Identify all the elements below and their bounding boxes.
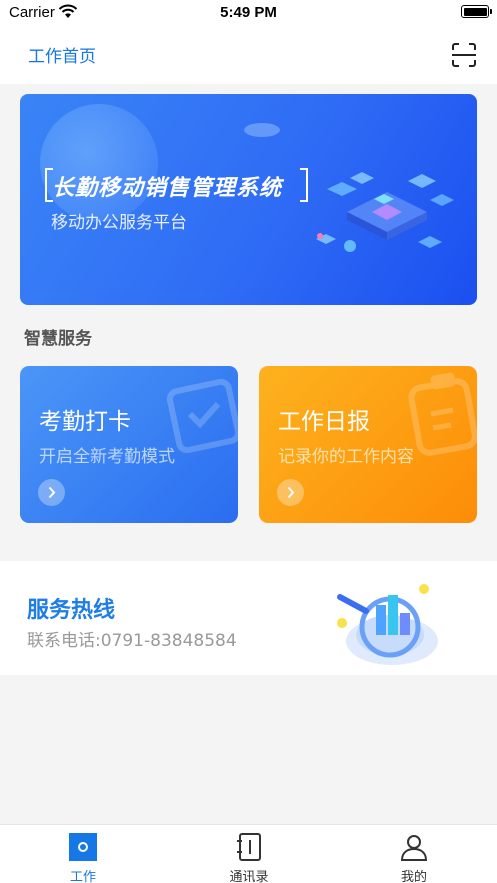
banner-decoration-oval (244, 123, 280, 137)
scan-icon[interactable] (451, 42, 477, 68)
hotline-phone[interactable]: 联系电话:0791-83848584 (27, 626, 237, 651)
card-description: 开启全新考勤模式 (39, 447, 175, 467)
daily-report-card[interactable]: 工作日报 记录你的工作内容 (259, 366, 477, 523)
calendar-check-icon (166, 378, 238, 454)
service-hotline-panel[interactable]: 服务热线 联系电话:0791-83848584 (0, 561, 497, 675)
magnifier-chart-illustration (337, 584, 438, 665)
tab-label: 通讯录 (229, 870, 269, 883)
tab-bar: 工作 通讯录 我的 (0, 824, 497, 883)
page-title: 工作首页 (28, 47, 96, 67)
person-icon (400, 835, 428, 861)
card-arrow-button[interactable] (277, 479, 304, 506)
tab-work[interactable]: 工作 (0, 825, 166, 883)
card-description: 记录你的工作内容 (278, 447, 414, 467)
status-bar: Carrier 5:49 PM (0, 0, 497, 26)
tab-label: 我的 (400, 870, 427, 883)
contacts-book-icon (237, 833, 261, 861)
nav-bar: 工作首页 (0, 26, 497, 84)
banner-title: 长勤移动销售管理系统 (52, 176, 283, 201)
chevron-right-icon (287, 486, 295, 499)
isometric-blocks-illustration (316, 172, 454, 252)
card-arrow-button[interactable] (38, 479, 65, 506)
tab-contacts[interactable]: 通讯录 (166, 825, 332, 883)
status-time: 5:49 PM (220, 4, 277, 21)
card-title: 工作日报 (278, 409, 370, 435)
section-title: 智慧服务 (24, 329, 92, 349)
chevron-right-icon (48, 486, 56, 499)
attendance-card[interactable]: 考勤打卡 开启全新考勤模式 (20, 366, 238, 523)
clipboard-icon (408, 372, 477, 456)
card-title: 考勤打卡 (39, 409, 131, 435)
hotline-title: 服务热线 (27, 598, 116, 623)
banner-subtitle: 移动办公服务平台 (51, 213, 187, 233)
banner-decoration-circle (40, 104, 158, 222)
banner[interactable]: 长勤移动销售管理系统 移动办公服务平台 (20, 94, 477, 305)
work-icon (69, 833, 97, 861)
battery-full-icon (461, 5, 492, 18)
tab-me[interactable]: 我的 (331, 825, 497, 883)
tab-label: 工作 (69, 870, 96, 883)
